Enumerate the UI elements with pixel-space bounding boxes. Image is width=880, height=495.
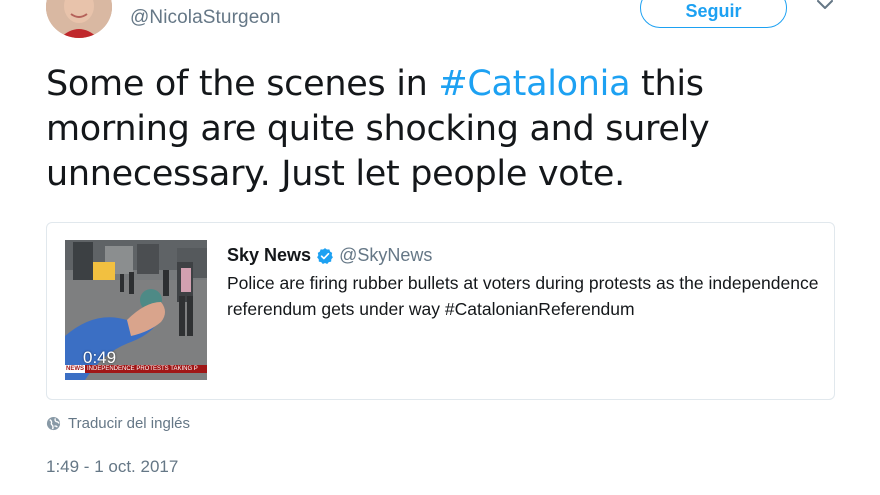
follow-button[interactable]: Seguir — [640, 0, 787, 28]
translate-label[interactable]: Traducir del inglés — [68, 415, 190, 432]
quoted-tweet-text: Police are firing rubber bullets at vote… — [227, 273, 819, 319]
globe-icon — [46, 416, 61, 431]
avatar[interactable] — [46, 0, 112, 38]
quoted-author-name[interactable]: Sky News — [227, 245, 311, 266]
quoted-author-handle[interactable]: @SkyNews — [339, 245, 432, 266]
avatar-photo — [46, 0, 112, 38]
tweet-text: Some of the scenes in #Catalonia this mo… — [46, 62, 826, 197]
ticker-text: INDEPENDENCE PROTESTS TAKING P — [87, 366, 198, 372]
tweet-timestamp[interactable]: 1:49 - 1 oct. 2017 — [46, 457, 178, 477]
chevron-down-icon[interactable] — [814, 0, 836, 14]
tweet-page: @NicolaSturgeon Seguir Some of the scene… — [0, 0, 880, 495]
hashtag-link[interactable]: #Catalonia — [438, 64, 630, 104]
news-ticker: NEWS INDEPENDENCE PROTESTS TAKING P — [65, 365, 207, 373]
video-thumbnail[interactable]: 0:49 NEWS INDEPENDENCE PROTESTS TAKING P — [65, 240, 207, 380]
ticker-brand: NEWS — [65, 365, 85, 373]
verified-badge-icon — [317, 247, 333, 264]
translate-link[interactable]: Traducir del inglés — [46, 415, 190, 432]
quoted-author[interactable]: Sky News @SkyNews — [227, 245, 432, 266]
author-handle[interactable]: @NicolaSturgeon — [130, 7, 281, 29]
tweet-text-before: Some of the scenes in — [46, 64, 439, 104]
quoted-tweet-card[interactable]: 0:49 NEWS INDEPENDENCE PROTESTS TAKING P … — [46, 222, 835, 400]
